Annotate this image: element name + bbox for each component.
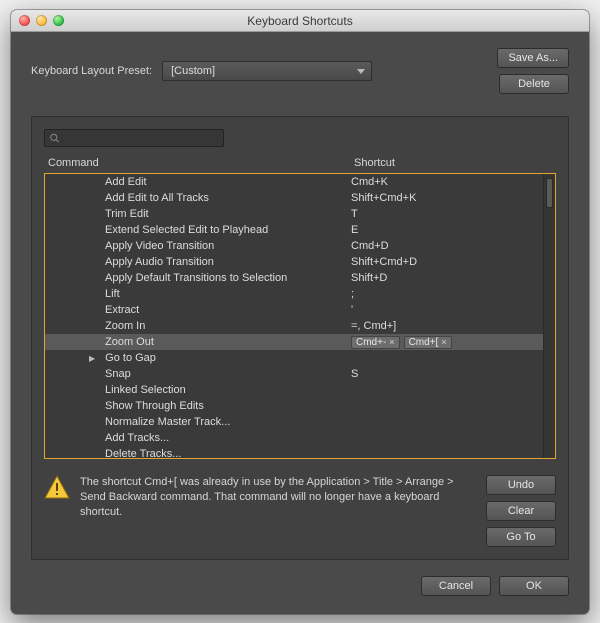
shortcut-value: Shift+Cmd+K bbox=[345, 192, 555, 204]
remove-icon[interactable]: × bbox=[441, 337, 446, 347]
preset-row: Keyboard Layout Preset: [Custom] Save As… bbox=[31, 48, 569, 94]
dialog-content: Keyboard Layout Preset: [Custom] Save As… bbox=[11, 32, 589, 614]
table-row[interactable]: Extract' bbox=[45, 302, 555, 318]
undo-button[interactable]: Undo bbox=[486, 475, 556, 495]
shortcut-value: T bbox=[345, 208, 555, 220]
shortcut-value: S bbox=[345, 368, 555, 380]
table-row[interactable]: Add Tracks... bbox=[45, 430, 555, 446]
shortcut-chip[interactable]: Cmd+-× bbox=[351, 336, 400, 349]
table-row[interactable]: Apply Video TransitionCmd+D bbox=[45, 238, 555, 254]
table-row[interactable]: Apply Default Transitions to SelectionSh… bbox=[45, 270, 555, 286]
command-label: Delete Tracks... bbox=[49, 448, 345, 459]
table-row[interactable]: Delete Tracks... bbox=[45, 446, 555, 459]
keyboard-shortcuts-window: Keyboard Shortcuts Keyboard Layout Prese… bbox=[11, 10, 589, 614]
table-row[interactable]: Add EditCmd+K bbox=[45, 174, 555, 190]
titlebar: Keyboard Shortcuts bbox=[11, 10, 589, 32]
table-row[interactable]: Linked Selection bbox=[45, 382, 555, 398]
command-label: Extend Selected Edit to Playhead bbox=[49, 224, 345, 236]
disclosure-arrow-icon[interactable]: ▶ bbox=[89, 354, 95, 363]
bottom-buttons: Cancel OK bbox=[31, 576, 569, 596]
command-label: Add Edit bbox=[49, 176, 345, 188]
save-as-button[interactable]: Save As... bbox=[497, 48, 569, 68]
command-label: Add Tracks... bbox=[49, 432, 345, 444]
scroll-thumb[interactable] bbox=[546, 178, 553, 208]
shortcut-value: E bbox=[345, 224, 555, 236]
footer-buttons: Undo Clear Go To bbox=[486, 475, 556, 547]
table-row[interactable]: Extend Selected Edit to PlayheadE bbox=[45, 222, 555, 238]
table-row[interactable]: ▶Go to Gap bbox=[45, 350, 555, 366]
table-row[interactable]: Lift; bbox=[45, 286, 555, 302]
scrollbar[interactable] bbox=[543, 174, 555, 458]
command-label: Normalize Master Track... bbox=[49, 416, 345, 428]
shortcut-panel: Command Shortcut Add EditCmd+KAdd Edit t… bbox=[31, 116, 569, 560]
table-row[interactable]: Apply Audio TransitionShift+Cmd+D bbox=[45, 254, 555, 270]
command-label: Snap bbox=[49, 368, 345, 380]
search-input[interactable] bbox=[44, 129, 224, 147]
shortcut-value: ; bbox=[345, 288, 555, 300]
table-row[interactable]: Normalize Master Track... bbox=[45, 414, 555, 430]
warning-icon bbox=[44, 475, 70, 499]
command-label: Linked Selection bbox=[49, 384, 345, 396]
command-label: Apply Video Transition bbox=[49, 240, 345, 252]
command-label: Extract bbox=[49, 304, 345, 316]
shortcut-table: Add EditCmd+KAdd Edit to All TracksShift… bbox=[44, 173, 556, 459]
remove-icon[interactable]: × bbox=[389, 337, 394, 347]
warning-text: The shortcut Cmd+[ was already in use by… bbox=[80, 475, 476, 520]
command-label: Lift bbox=[49, 288, 345, 300]
chevron-down-icon bbox=[357, 69, 365, 74]
command-label: ▶Go to Gap bbox=[49, 352, 345, 364]
warning-footer: The shortcut Cmd+[ was already in use by… bbox=[44, 475, 556, 547]
command-label: Show Through Edits bbox=[49, 400, 345, 412]
ok-button[interactable]: OK bbox=[499, 576, 569, 596]
window-title: Keyboard Shortcuts bbox=[11, 14, 589, 28]
delete-button[interactable]: Delete bbox=[499, 74, 569, 94]
preset-value: [Custom] bbox=[171, 65, 215, 77]
command-label: Apply Audio Transition bbox=[49, 256, 345, 268]
shortcut-value: =, Cmd+] bbox=[345, 320, 555, 332]
table-row[interactable]: Zoom Out Cmd+-× Cmd+[× bbox=[45, 334, 555, 350]
command-label: Zoom Out bbox=[49, 336, 345, 348]
table-rows: Add EditCmd+KAdd Edit to All TracksShift… bbox=[45, 174, 555, 459]
table-row[interactable]: Zoom In=, Cmd+] bbox=[45, 318, 555, 334]
table-row[interactable]: Trim EditT bbox=[45, 206, 555, 222]
goto-button[interactable]: Go To bbox=[486, 527, 556, 547]
preset-dropdown[interactable]: [Custom] bbox=[162, 61, 372, 81]
shortcut-value: Cmd+K bbox=[345, 176, 555, 188]
command-label: Trim Edit bbox=[49, 208, 345, 220]
cancel-button[interactable]: Cancel bbox=[421, 576, 491, 596]
shortcut-value: Shift+D bbox=[345, 272, 555, 284]
shortcut-value: Cmd+-× Cmd+[× bbox=[345, 336, 555, 349]
search-field[interactable] bbox=[64, 132, 219, 144]
preset-label: Keyboard Layout Preset: bbox=[31, 65, 152, 77]
top-right-buttons: Save As... Delete bbox=[497, 48, 569, 94]
command-label: Apply Default Transitions to Selection bbox=[49, 272, 345, 284]
table-headers: Command Shortcut bbox=[44, 157, 556, 173]
shortcut-chip[interactable]: Cmd+[× bbox=[404, 336, 452, 349]
header-command: Command bbox=[48, 157, 348, 169]
table-row[interactable]: SnapS bbox=[45, 366, 555, 382]
search-icon bbox=[49, 132, 60, 144]
shortcut-value: Shift+Cmd+D bbox=[345, 256, 555, 268]
clear-button[interactable]: Clear bbox=[486, 501, 556, 521]
table-row[interactable]: Add Edit to All TracksShift+Cmd+K bbox=[45, 190, 555, 206]
shortcut-value: ' bbox=[345, 304, 555, 316]
header-shortcut: Shortcut bbox=[348, 157, 552, 169]
command-label: Add Edit to All Tracks bbox=[49, 192, 345, 204]
command-label: Zoom In bbox=[49, 320, 345, 332]
shortcut-value: Cmd+D bbox=[345, 240, 555, 252]
table-row[interactable]: Show Through Edits bbox=[45, 398, 555, 414]
